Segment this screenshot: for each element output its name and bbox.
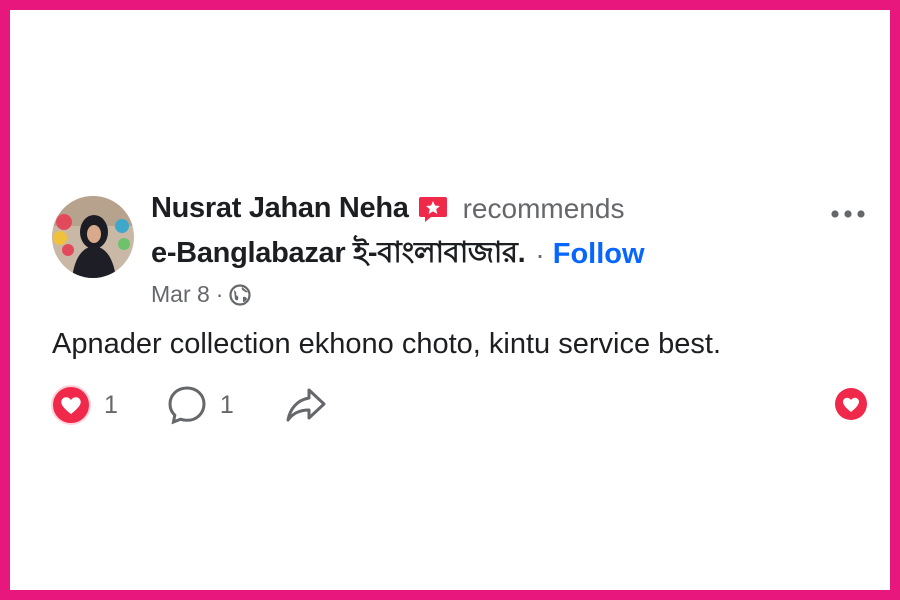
recommend-icon [417,193,449,225]
page-name[interactable]: e-Banglabazar ই-বাংলাবাজার. [151,230,526,279]
more-options-button[interactable] [826,200,874,228]
comment-icon [168,386,206,425]
follow-button[interactable]: Follow [553,238,645,271]
heart-reaction-icon [51,385,91,425]
like-button[interactable]: 1 [50,384,118,426]
post-meta: Mar 8 · [151,281,252,308]
post-date[interactable]: Mar 8 [151,281,210,308]
recommends-label: recommends [462,192,625,224]
separator-dot: · [535,238,545,270]
post-card: Nusrat Jahan Neha recommends e-Banglabaz… [10,10,890,590]
react-heart-icon[interactable] [833,386,869,422]
share-icon [286,388,326,422]
comment-button[interactable]: 1 [166,384,234,426]
avatar[interactable] [52,196,134,278]
globe-icon [229,283,252,306]
author-name[interactable]: Nusrat Jahan Neha [151,192,409,225]
like-count: 1 [104,390,118,419]
share-button[interactable] [284,384,328,426]
post-header-line: Nusrat Jahan Neha recommends [151,192,624,225]
page-line: e-Banglabazar ই-বাংলাবাজার. · Follow [151,230,645,279]
action-bar: 1 1 [50,384,328,426]
comment-count: 1 [219,390,234,419]
post-text: Apnader collection ekhono choto, kintu s… [52,328,722,360]
meta-separator: · [215,281,224,307]
